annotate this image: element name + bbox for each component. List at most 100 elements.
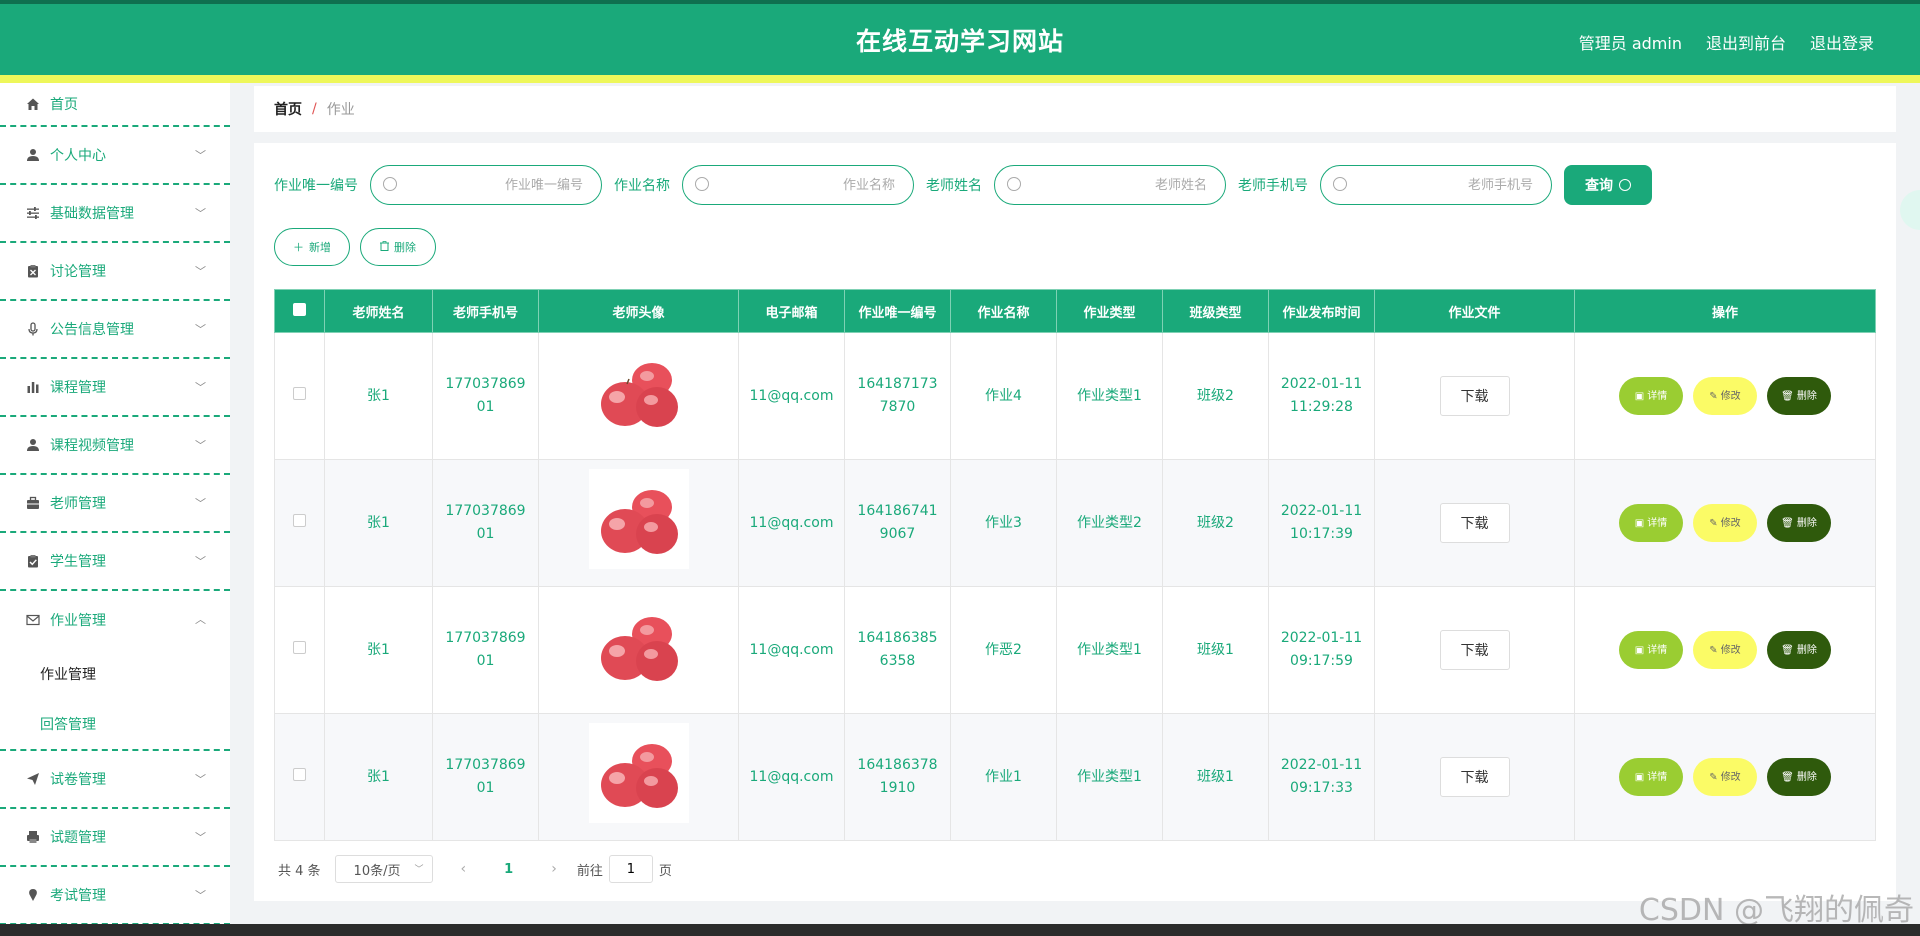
trash-icon	[380, 240, 389, 254]
batch-delete-button[interactable]: 删除	[360, 228, 436, 266]
exit-to-front-link[interactable]: 退出到前台	[1706, 30, 1786, 54]
teacher-name-input[interactable]	[1029, 175, 1207, 195]
file-cell: 下载	[1374, 586, 1575, 714]
floating-edge-button[interactable]	[1900, 190, 1920, 230]
homework-type-cell: 作业类型1	[1056, 713, 1163, 841]
sidebar-item-student[interactable]: 学生管理 ﹀	[0, 533, 230, 591]
sidebar-item-basic-data[interactable]: 基础数据管理 ﹀	[0, 185, 230, 243]
sidebar-item-notice[interactable]: 公告信息管理 ﹀	[0, 301, 230, 359]
row-checkbox-cell[interactable]	[274, 586, 325, 714]
next-page-button[interactable]: ›	[551, 861, 557, 877]
column-header: 作业唯一编号	[844, 289, 951, 333]
teacher-avatar-apple	[588, 469, 689, 569]
logout-link[interactable]: 退出登录	[1810, 30, 1874, 54]
delete-button[interactable]: 🗑 删除	[1767, 631, 1831, 669]
chevron-down-icon: ﹀	[195, 439, 206, 452]
sidebar-item-teacher[interactable]: 老师管理 ﹀	[0, 475, 230, 533]
prev-page-button[interactable]: ‹	[461, 861, 467, 877]
paper-plane-icon	[24, 770, 42, 788]
row-checkbox[interactable]	[293, 640, 306, 654]
download-button[interactable]: 下载	[1439, 503, 1510, 543]
sidebar-item-exam[interactable]: 考试管理 ﹀	[0, 867, 230, 925]
teacher-cell: 张1	[324, 332, 433, 460]
homework-type-cell: 作业类型2	[1056, 459, 1163, 587]
file-cell: 下载	[1374, 713, 1575, 841]
email-cell: 11@qq.com	[738, 332, 845, 460]
edit-button[interactable]: ✎ 修改	[1693, 504, 1757, 542]
goto-page-input[interactable]	[608, 855, 653, 883]
phone-cell: 17703786901	[432, 586, 539, 714]
sidebar-item-homework[interactable]: 作业管理 ︿	[0, 591, 230, 649]
page-size-select[interactable]: 10条/页 ﹀	[334, 855, 433, 883]
edit-button[interactable]: ✎ 修改	[1693, 377, 1757, 415]
sidebar-subitem-answer-manage[interactable]: 回答管理	[0, 699, 230, 749]
briefcase-icon	[24, 494, 42, 512]
table-row: 张1 17703786901 11@qq.com 1641863781910 作…	[274, 713, 1876, 841]
page-number[interactable]: 1	[504, 862, 513, 877]
row-checkbox[interactable]	[293, 767, 306, 781]
sidebar-item-label: 试题管理	[50, 830, 106, 846]
sidebar-item-paper[interactable]: 试卷管理 ﹀	[0, 751, 230, 809]
sidebar-item-personal[interactable]: 个人中心 ﹀	[0, 127, 230, 185]
row-checkbox-cell[interactable]	[274, 332, 325, 460]
clipboard-check-icon	[24, 552, 42, 570]
sidebar-subitem-homework-manage[interactable]: 作业管理	[0, 649, 230, 699]
search-form: 作业唯一编号 作业名称 老师姓名 老师手机号 查询	[274, 165, 1652, 205]
sidebar-item-label: 老师管理	[50, 496, 106, 512]
sidebar-item-course[interactable]: 课程管理 ﹀	[0, 359, 230, 417]
sidebar-item-question[interactable]: 试题管理 ﹀	[0, 809, 230, 867]
email-cell: 11@qq.com	[738, 586, 845, 714]
add-button[interactable]: ＋ 新增	[274, 228, 350, 266]
sidebar-item-discussion[interactable]: 讨论管理 ﹀	[0, 243, 230, 301]
delete-button[interactable]: 🗑 删除	[1767, 504, 1831, 542]
detail-label: 详情	[1647, 390, 1668, 402]
row-checkbox-cell[interactable]	[274, 459, 325, 587]
pencil-icon: ✎	[1709, 771, 1718, 783]
publish-time-cell: 2022-01-11 09:17:59	[1268, 586, 1375, 714]
publish-time-cell: 2022-01-11 09:17:33	[1268, 713, 1375, 841]
sidebar-item-label: 试卷管理	[50, 772, 106, 788]
edit-label: 修改	[1720, 517, 1741, 529]
search-label-phone: 老师手机号	[1238, 178, 1308, 194]
download-button[interactable]: 下载	[1439, 630, 1510, 670]
detail-button[interactable]: ▣ 详情	[1619, 504, 1683, 542]
row-checkbox[interactable]	[293, 513, 306, 527]
chevron-down-icon: ﹀	[195, 381, 206, 394]
delete-button[interactable]: 🗑 删除	[1767, 377, 1831, 415]
teacher-cell: 张1	[324, 713, 433, 841]
homework-type-cell: 作业类型1	[1056, 586, 1163, 714]
search-icon	[695, 177, 709, 191]
chevron-down-icon: ﹀	[195, 497, 206, 510]
detail-button[interactable]: ▣ 详情	[1619, 758, 1683, 796]
select-all-header[interactable]	[274, 289, 325, 333]
download-button[interactable]: 下载	[1439, 757, 1510, 797]
homework-table: 老师姓名 老师手机号 老师头像 电子邮箱 作业唯一编号 作业名称 作业类型 班级…	[274, 289, 1876, 841]
code-input[interactable]	[405, 175, 583, 195]
sidebar-item-label: 课程管理	[50, 380, 106, 396]
delete-label: 删除	[1796, 390, 1817, 402]
sidebar-item-home[interactable]: 首页	[0, 83, 230, 127]
column-header: 操作	[1574, 289, 1876, 333]
sidebar-item-label: 学生管理	[50, 554, 106, 570]
edit-button[interactable]: ✎ 修改	[1693, 758, 1757, 796]
breadcrumb-home[interactable]: 首页	[274, 99, 302, 119]
row-checkbox[interactable]	[293, 386, 306, 400]
homework-name-input[interactable]	[717, 175, 895, 195]
search-icon	[383, 177, 397, 191]
detail-button[interactable]: ▣ 详情	[1619, 377, 1683, 415]
edit-button[interactable]: ✎ 修改	[1693, 631, 1757, 669]
detail-icon: ▣	[1634, 517, 1645, 529]
select-all-checkbox[interactable]	[293, 302, 306, 316]
delete-button[interactable]: 🗑 删除	[1767, 758, 1831, 796]
row-checkbox-cell[interactable]	[274, 713, 325, 841]
sidebar-item-course-video[interactable]: 课程视频管理 ﹀	[0, 417, 230, 475]
admin-label[interactable]: 管理员 admin	[1579, 30, 1682, 54]
download-button[interactable]: 下载	[1439, 376, 1510, 416]
detail-button[interactable]: ▣ 详情	[1619, 631, 1683, 669]
chevron-down-icon: ﹀	[195, 831, 206, 844]
search-button[interactable]: 查询	[1564, 165, 1652, 205]
teacher-phone-input[interactable]	[1355, 175, 1533, 195]
column-header: 作业文件	[1374, 289, 1575, 333]
pencil-icon: ✎	[1709, 390, 1718, 402]
teacher-avatar-apple	[588, 723, 689, 823]
